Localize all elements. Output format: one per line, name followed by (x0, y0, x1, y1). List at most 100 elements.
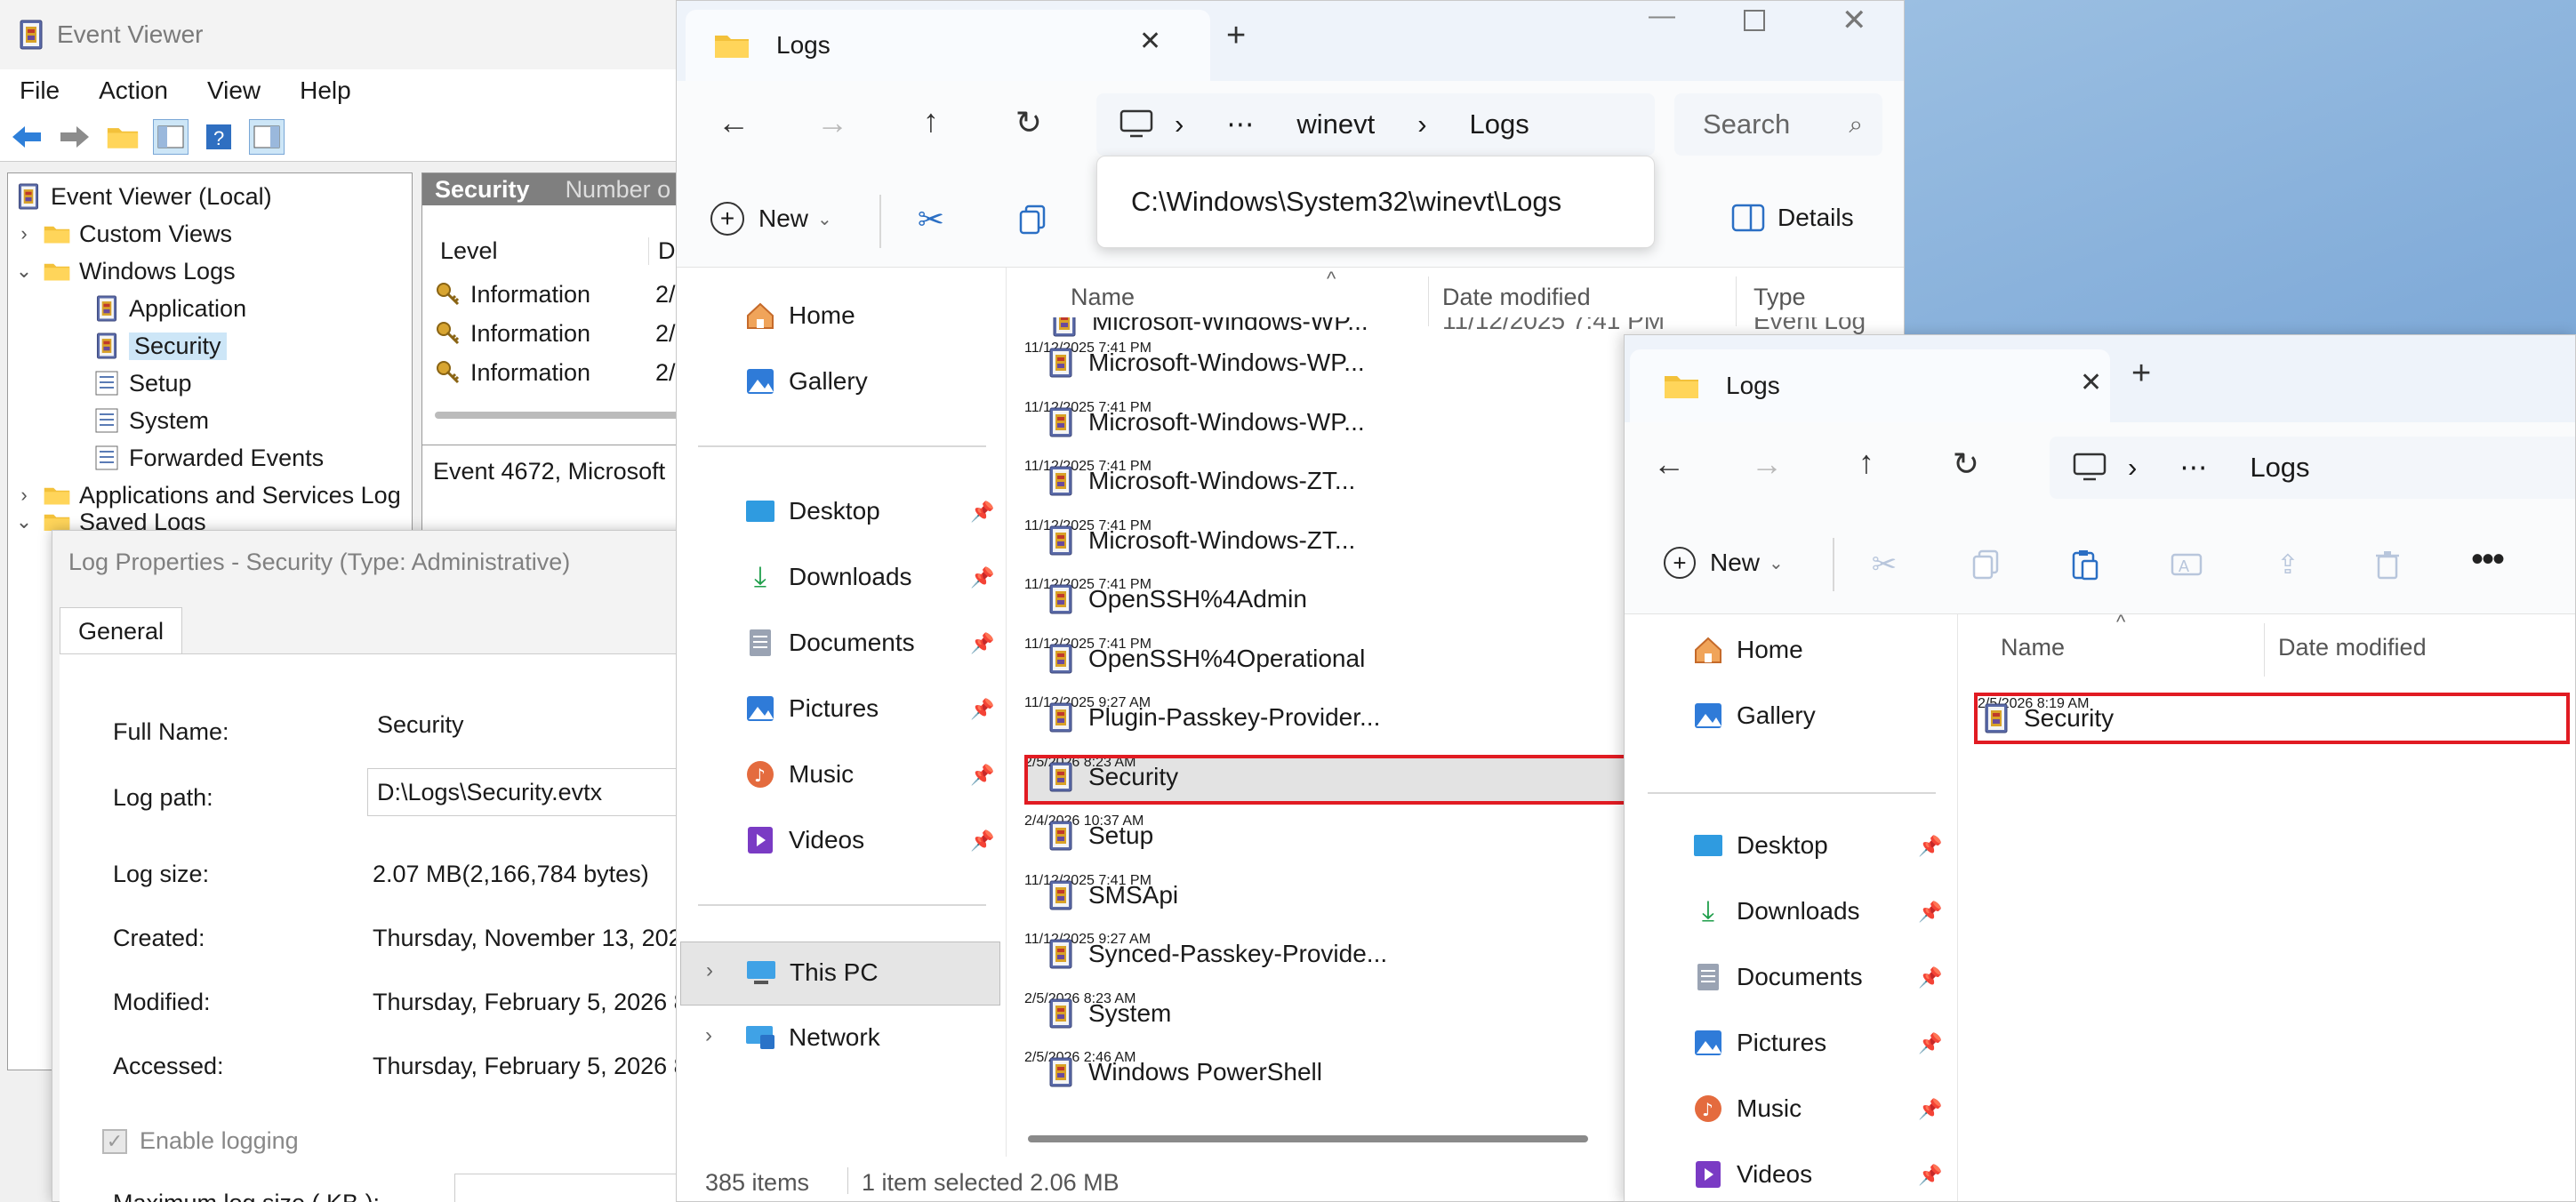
nav-gallery[interactable]: Gallery (1692, 700, 1816, 732)
file-row[interactable]: System 2/5/2026 8:23 AM (1024, 991, 1700, 1041)
breadcrumb-logs[interactable]: Logs (2250, 452, 2309, 484)
address-bar[interactable]: › ⋯ Logs (2050, 437, 2575, 499)
tree-forwarded-events[interactable]: Forwarded Events (93, 440, 324, 476)
more-options-icon[interactable]: ••• (2469, 540, 2505, 579)
column-level[interactable]: Level (440, 237, 498, 265)
nav-videos[interactable]: Videos (1692, 1158, 1812, 1190)
nav-documents[interactable]: Documents (744, 627, 915, 659)
breadcrumb-overflow[interactable]: ⋯ (2179, 452, 2207, 484)
file-row[interactable]: OpenSSH%4Operational 11/12/2025 7:41 PM (1024, 637, 1700, 686)
rename-icon[interactable]: A (2169, 547, 2204, 582)
file-row[interactable]: Microsoft-Windows-ZT... 11/12/2025 7:41 P… (1024, 518, 1700, 568)
column-name[interactable]: Name (1071, 284, 1135, 311)
chevron-right-icon[interactable]: › (15, 222, 33, 245)
pin-icon[interactable]: 📌 (1918, 966, 1942, 990)
file-row-selected[interactable]: Security 2/5/2026 8:19 AM (1974, 693, 2570, 744)
nav-gallery[interactable]: Gallery (744, 365, 868, 397)
tree-root[interactable]: Event Viewer (Local) (15, 179, 272, 214)
pin-icon[interactable]: 📌 (1918, 901, 1942, 924)
nav-home[interactable]: Home (744, 300, 855, 332)
cut-icon[interactable]: ✂ (1866, 547, 1902, 582)
enable-logging-checkbox[interactable]: ✓ Enable logging (102, 1127, 299, 1155)
pin-icon[interactable]: 📌 (1918, 1164, 1942, 1187)
maximize-icon[interactable] (1744, 10, 1765, 31)
file-row[interactable]: Windows PowerShell 2/5/2026 2:46 AM (1024, 1050, 1700, 1100)
forward-arrow-icon[interactable] (57, 119, 92, 155)
tree-windows-logs[interactable]: ⌄ Windows Logs (15, 253, 236, 289)
refresh-icon[interactable]: ↻ (1009, 104, 1048, 141)
pin-icon[interactable]: 📌 (1918, 1098, 1942, 1121)
details-button[interactable]: Details (1731, 204, 1854, 232)
pin-icon[interactable]: 📌 (1918, 1032, 1942, 1055)
share-icon[interactable]: ⇪ (2270, 547, 2306, 582)
copy-icon[interactable] (1968, 547, 2003, 582)
event-row[interactable]: Information 2/5 (435, 316, 689, 351)
horizontal-scrollbar[interactable] (1028, 1135, 1588, 1142)
help-icon[interactable]: ? (201, 119, 237, 155)
nav-downloads[interactable]: ⤓ Downloads (744, 560, 912, 593)
file-row-selected[interactable]: Security 2/5/2026 8:23 AM (1024, 754, 1700, 805)
delete-icon[interactable] (2370, 547, 2405, 582)
up-icon[interactable]: ↑ (1847, 444, 1886, 481)
column-type[interactable]: Type (1753, 284, 1806, 311)
up-folder-icon[interactable] (105, 119, 140, 155)
up-icon[interactable]: ↑ (911, 102, 951, 140)
new-button[interactable]: + New ⌄ (1664, 547, 1784, 579)
pin-icon[interactable]: 📌 (970, 566, 994, 589)
forward-icon[interactable]: → (1747, 445, 1786, 483)
show-hide-tree-icon[interactable] (153, 118, 189, 155)
nav-this-pc[interactable]: › This PC (680, 942, 1000, 1006)
close-window-icon[interactable]: ✕ (1842, 3, 1867, 38)
tab-logs[interactable]: Logs ✕ (686, 10, 1210, 81)
pin-icon[interactable]: 📌 (970, 501, 994, 524)
pin-icon[interactable]: 📌 (970, 764, 994, 787)
new-tab-icon[interactable]: + (2131, 355, 2151, 393)
pin-icon[interactable]: 📌 (970, 632, 994, 655)
chevron-down-icon[interactable]: ⌄ (15, 513, 33, 531)
tab-general[interactable]: General (60, 607, 183, 655)
breadcrumb-winevt[interactable]: winevt (1296, 108, 1375, 140)
tree-application[interactable]: Application (93, 291, 246, 326)
nav-desktop[interactable]: Desktop (1692, 829, 1828, 861)
file-row[interactable]: OpenSSH%4Admin 11/12/2025 7:41 PM (1024, 577, 1700, 627)
chevron-right-icon[interactable]: › (15, 484, 33, 507)
tree-custom-views[interactable]: › Custom Views (15, 216, 232, 252)
tree-apps-services[interactable]: › Applications and Services Log (15, 477, 400, 513)
chevron-right-icon[interactable]: › (705, 1023, 712, 1048)
nav-documents[interactable]: Documents (1692, 961, 1863, 993)
nav-pictures[interactable]: Pictures (744, 693, 879, 725)
breadcrumb-logs[interactable]: Logs (1470, 108, 1529, 140)
nav-music[interactable]: ♪ Music (744, 758, 854, 790)
pin-icon[interactable]: 📌 (970, 698, 994, 721)
address-bar[interactable]: › ⋯ winevt › Logs (1096, 93, 1655, 156)
nav-downloads[interactable]: ⤓ Downloads (1692, 894, 1860, 927)
search-box[interactable]: Search ⌕ (1674, 93, 1882, 156)
nav-music[interactable]: ♪ Music (1692, 1093, 1802, 1125)
nav-network[interactable]: › Network (680, 1007, 1000, 1071)
breadcrumb-overflow[interactable]: ⋯ (1226, 108, 1254, 140)
menu-action[interactable]: Action (99, 76, 168, 105)
pin-icon[interactable]: 📌 (970, 829, 994, 853)
copy-icon[interactable] (1015, 202, 1050, 237)
nav-home[interactable]: Home (1692, 634, 1803, 666)
file-row[interactable]: SMSApi 11/12/2025 7:41 PM (1024, 873, 1700, 923)
back-icon[interactable]: ← (714, 104, 753, 141)
column-date-modified[interactable]: Date modified (2278, 634, 2427, 661)
file-row[interactable]: Microsoft-Windows-ZT... 11/12/2025 7:41 P… (1024, 459, 1700, 509)
nav-desktop[interactable]: Desktop (744, 495, 880, 527)
minimize-icon[interactable]: — (1649, 1, 1675, 31)
tree-security[interactable]: Security (93, 328, 227, 364)
tab-logs[interactable]: Logs ✕ (1630, 349, 2110, 422)
close-tab-icon[interactable]: ✕ (2080, 367, 2102, 398)
column-divider[interactable] (2264, 623, 2265, 677)
nav-pictures[interactable]: Pictures (1692, 1027, 1826, 1059)
menu-help[interactable]: Help (300, 76, 351, 105)
menu-view[interactable]: View (207, 76, 261, 105)
forward-icon[interactable]: → (813, 104, 852, 141)
refresh-icon[interactable]: ↻ (1946, 445, 1986, 483)
back-arrow-icon[interactable] (9, 119, 44, 155)
column-name[interactable]: Name (2001, 634, 2065, 661)
pin-icon[interactable]: 📌 (1918, 835, 1942, 858)
back-icon[interactable]: ← (1649, 445, 1689, 483)
tree-saved-logs[interactable]: ⌄ Saved Logs (15, 513, 206, 531)
